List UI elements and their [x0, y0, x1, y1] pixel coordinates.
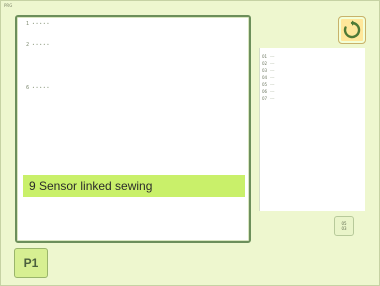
detail-row: 07 --- — [262, 95, 274, 101]
detail-row: 02 --- — [262, 60, 274, 66]
list-item[interactable]: 2 • • • • • — [26, 41, 49, 48]
list-item-index: 1 — [26, 20, 30, 27]
detail-value: --- — [270, 67, 275, 73]
pattern-button-line1: 05 — [341, 220, 347, 226]
list-item-index: 6 — [26, 84, 30, 91]
pattern-button-line2: 03 — [341, 225, 347, 231]
detail-row: 05 --- — [262, 81, 274, 87]
detail-row: 01 --- — [262, 53, 274, 59]
pattern-button[interactable]: 05 03 — [334, 216, 354, 236]
list-panel: 1 • • • • • 2 • • • • • 6 • • • • • 9 Se… — [15, 15, 251, 243]
detail-row: 06 --- — [262, 88, 274, 94]
corner-label: PRG — [4, 3, 13, 8]
detail-code: 07 — [262, 95, 268, 101]
detail-value: --- — [270, 74, 275, 80]
detail-code: 03 — [262, 67, 268, 73]
detail-code: 01 — [262, 53, 268, 59]
detail-value: --- — [270, 81, 275, 87]
selected-list-item[interactable]: 9 Sensor linked sewing — [23, 175, 245, 197]
list-item-label: • • • • • — [32, 85, 50, 90]
list-item-label: • • • • • — [32, 21, 50, 26]
detail-panel: 01 --- 02 --- 03 --- 04 --- 05 --- 06 --… — [259, 48, 365, 211]
list-item[interactable]: 6 • • • • • — [26, 84, 49, 91]
detail-value: --- — [270, 53, 275, 59]
detail-value: --- — [270, 60, 275, 66]
detail-code: 06 — [262, 88, 268, 94]
detail-code: 02 — [262, 60, 268, 66]
refresh-button[interactable] — [338, 16, 366, 44]
detail-row: 04 --- — [262, 74, 274, 80]
detail-code: 04 — [262, 74, 268, 80]
refresh-arrow-icon — [343, 20, 361, 39]
screen: PRG 1 • • • • • 2 • • • • • 6 • • • • • … — [0, 0, 380, 286]
list-item-index: 2 — [26, 41, 30, 48]
page-button[interactable]: P1 — [14, 248, 48, 278]
detail-value: --- — [270, 88, 275, 94]
detail-value: --- — [270, 95, 275, 101]
list-item-label: • • • • • — [32, 42, 50, 47]
detail-row: 03 --- — [262, 67, 274, 73]
list-item[interactable]: 1 • • • • • — [26, 20, 49, 27]
detail-code: 05 — [262, 81, 268, 87]
